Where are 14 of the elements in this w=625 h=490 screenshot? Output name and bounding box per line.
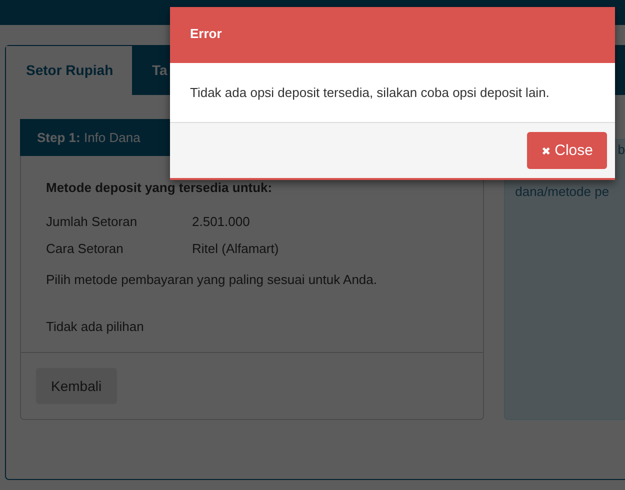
empty-text: Tidak ada pilihan: [46, 319, 145, 334]
field-value: 2.501.000: [192, 214, 250, 229]
field-label: Jumlah Setoran: [46, 214, 138, 229]
back-button[interactable]: Kembali: [36, 368, 117, 404]
field-value: Ritel (Alfamart): [192, 241, 279, 256]
info-text: b: [618, 142, 625, 158]
instruction-text: Pilih metode pembayaran yang paling sesuai untuk Anda.: [46, 272, 378, 287]
section-heading: Metode deposit yang tersedia untuk:: [46, 180, 274, 195]
error-message: Tidak ada opsi deposit tersedia, silakan coba opsi deposit lain.: [190, 85, 550, 100]
tab[interactable]: Setor Rupiah: [6, 46, 132, 95]
dialog-title: Error: [190, 26, 222, 41]
field-label: Cara Setoran: [46, 241, 124, 256]
info-text: dana/metode pe: [515, 184, 610, 200]
close-button[interactable]: ✖ Close: [527, 132, 607, 169]
